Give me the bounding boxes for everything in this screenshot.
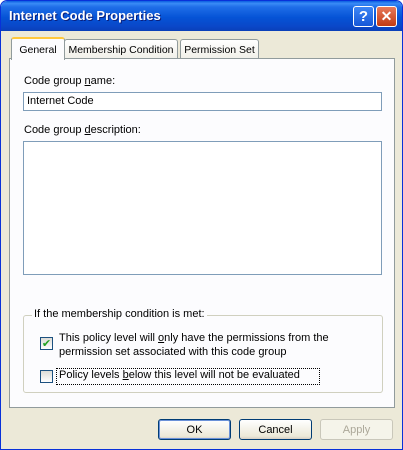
ok-button[interactable]: OK <box>158 419 231 440</box>
membership-condition-group: If the membership condition is met: ✔ Th… <box>23 308 383 393</box>
code-group-description-input[interactable] <box>23 141 382 275</box>
cancel-button[interactable]: Cancel <box>239 419 312 440</box>
tab-general[interactable]: General <box>11 37 65 60</box>
code-group-description-label: Code group description: <box>24 124 141 136</box>
only-permissions-label[interactable]: This policy level will only have the per… <box>59 331 329 359</box>
general-tab-panel: Code group name: Internet Code Code grou… <box>9 58 395 408</box>
title-bar[interactable]: Internet Code Properties ? ✕ <box>1 1 402 31</box>
level-final-label[interactable]: Policy levels below this level will not … <box>59 369 300 381</box>
level-final-checkbox[interactable] <box>40 370 53 383</box>
code-group-name-input[interactable]: Internet Code <box>23 92 382 111</box>
only-permissions-checkbox[interactable]: ✔ <box>40 337 53 350</box>
help-icon: ? <box>358 8 369 25</box>
group-title: If the membership condition is met: <box>32 308 207 320</box>
window-title: Internet Code Properties <box>9 8 161 23</box>
apply-button[interactable]: Apply <box>320 419 393 440</box>
tab-permission-set[interactable]: Permission Set <box>180 39 259 59</box>
close-button[interactable]: ✕ <box>376 6 397 27</box>
close-icon: ✕ <box>380 8 393 24</box>
tab-strip: General Membership Condition Permission … <box>1 37 402 60</box>
tab-membership-condition[interactable]: Membership Condition <box>64 39 178 59</box>
help-button[interactable]: ? <box>353 6 374 27</box>
code-group-name-label: Code group name: <box>24 75 116 87</box>
checkmark-icon: ✔ <box>41 337 52 350</box>
dialog-window: Internet Code Properties ? ✕ General Mem… <box>0 0 403 450</box>
